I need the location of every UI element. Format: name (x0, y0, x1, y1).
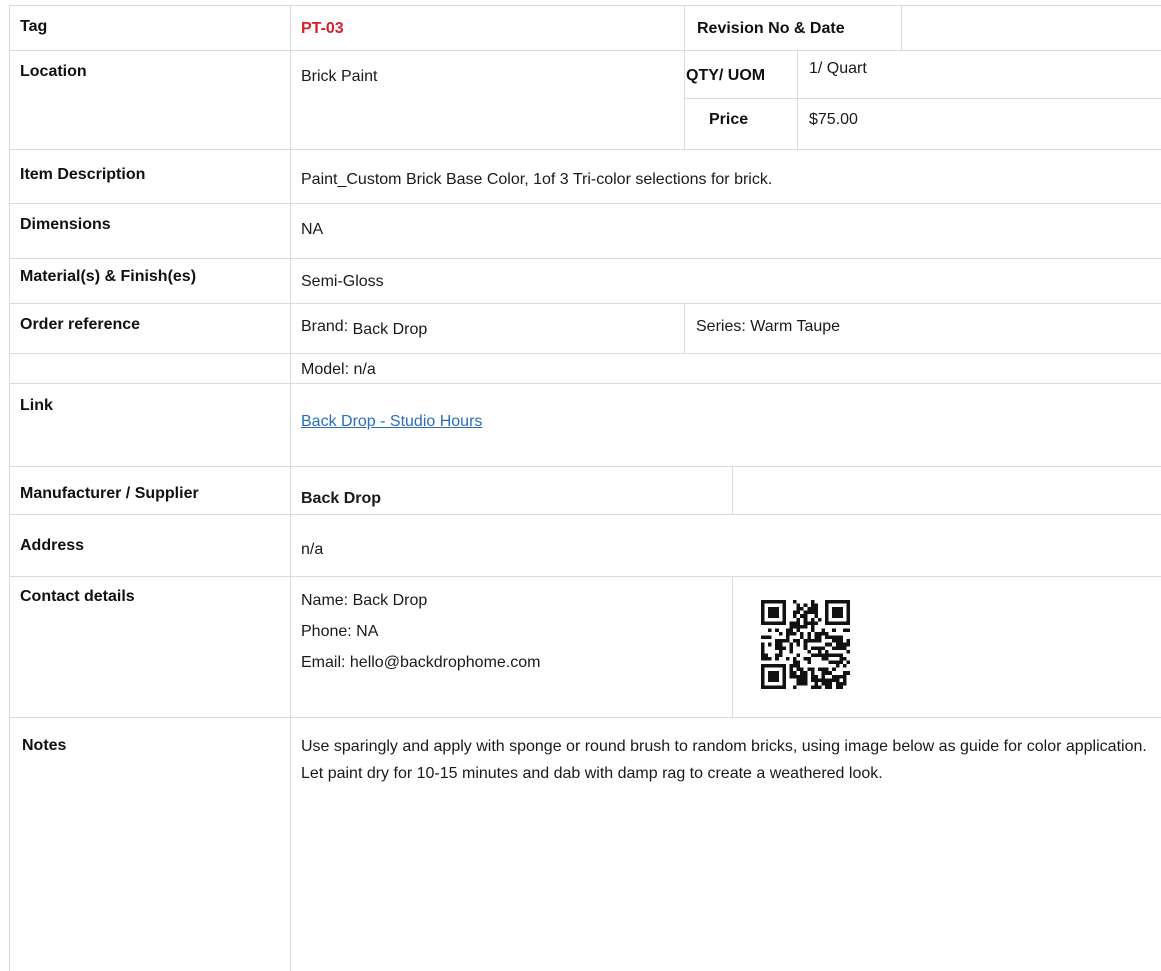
grid-line (684, 303, 685, 354)
brand-value: Back Drop (352, 321, 428, 338)
contact-details-label: Contact details (20, 588, 135, 605)
spec-sheet: Tag PT-03 Revision No & Date Location Br… (0, 0, 1161, 971)
qty-uom-value: 1/ Quart (809, 60, 867, 77)
grid-line (684, 98, 1161, 99)
tag-value: PT-03 (301, 20, 344, 37)
contact-phone: Phone: NA (301, 623, 379, 640)
grid-line (9, 303, 1161, 304)
revision-label: Revision No & Date (697, 20, 845, 37)
address-value: n/a (301, 541, 324, 558)
notes-text: Use sparingly and apply with sponge or r… (301, 738, 1147, 782)
grid-line (9, 353, 1161, 354)
order-reference-label: Order reference (20, 316, 141, 333)
grid-line (9, 576, 1161, 577)
materials-label: Material(s) & Finish(es) (20, 268, 197, 285)
grid-line (797, 50, 798, 150)
item-description-label: Item Description (20, 166, 146, 183)
contact-name: Name: Back Drop (301, 592, 428, 609)
contact-email: Email: hello@backdrophome.com (301, 654, 541, 671)
grid-line (9, 717, 1161, 718)
grid-line (9, 466, 1161, 467)
grid-line (9, 514, 1161, 515)
dimensions-value: NA (301, 221, 324, 238)
manufacturer-label: Manufacturer / Supplier (20, 485, 199, 502)
price-label: Price (709, 111, 749, 128)
grid-line (9, 5, 10, 971)
link-label: Link (20, 397, 53, 414)
address-label: Address (20, 537, 85, 554)
grid-line (901, 5, 902, 51)
grid-line (732, 466, 733, 515)
grid-line (9, 203, 1161, 204)
dimensions-label: Dimensions (20, 216, 111, 233)
studio-hours-link[interactable]: Back Drop - Studio Hours (301, 413, 482, 431)
notes-label: Notes (22, 737, 67, 754)
materials-value: Semi-Gloss (301, 273, 384, 290)
grid-line (9, 50, 1161, 51)
item-description-value: Paint_Custom Brick Base Color, 1of 3 Tri… (301, 171, 773, 188)
grid-line (290, 5, 291, 971)
brand-prefix: Brand: (301, 318, 349, 335)
grid-line (9, 5, 1161, 6)
manufacturer-value: Back Drop (301, 490, 382, 507)
qty-uom-label: QTY/ UOM (686, 67, 766, 84)
qr-code-icon (761, 600, 850, 689)
grid-line (9, 383, 1161, 384)
grid-line (684, 5, 685, 150)
price-value: $75.00 (809, 111, 858, 128)
series-value: Series: Warm Taupe (696, 318, 841, 335)
grid-line (9, 149, 1161, 150)
location-value: Brick Paint (301, 68, 378, 85)
tag-label: Tag (20, 18, 48, 35)
grid-line (732, 576, 733, 718)
location-label: Location (20, 63, 87, 80)
brand-field: Brand: Back Drop (301, 318, 428, 338)
model-value: Model: n/a (301, 361, 376, 378)
grid-line (9, 258, 1161, 259)
